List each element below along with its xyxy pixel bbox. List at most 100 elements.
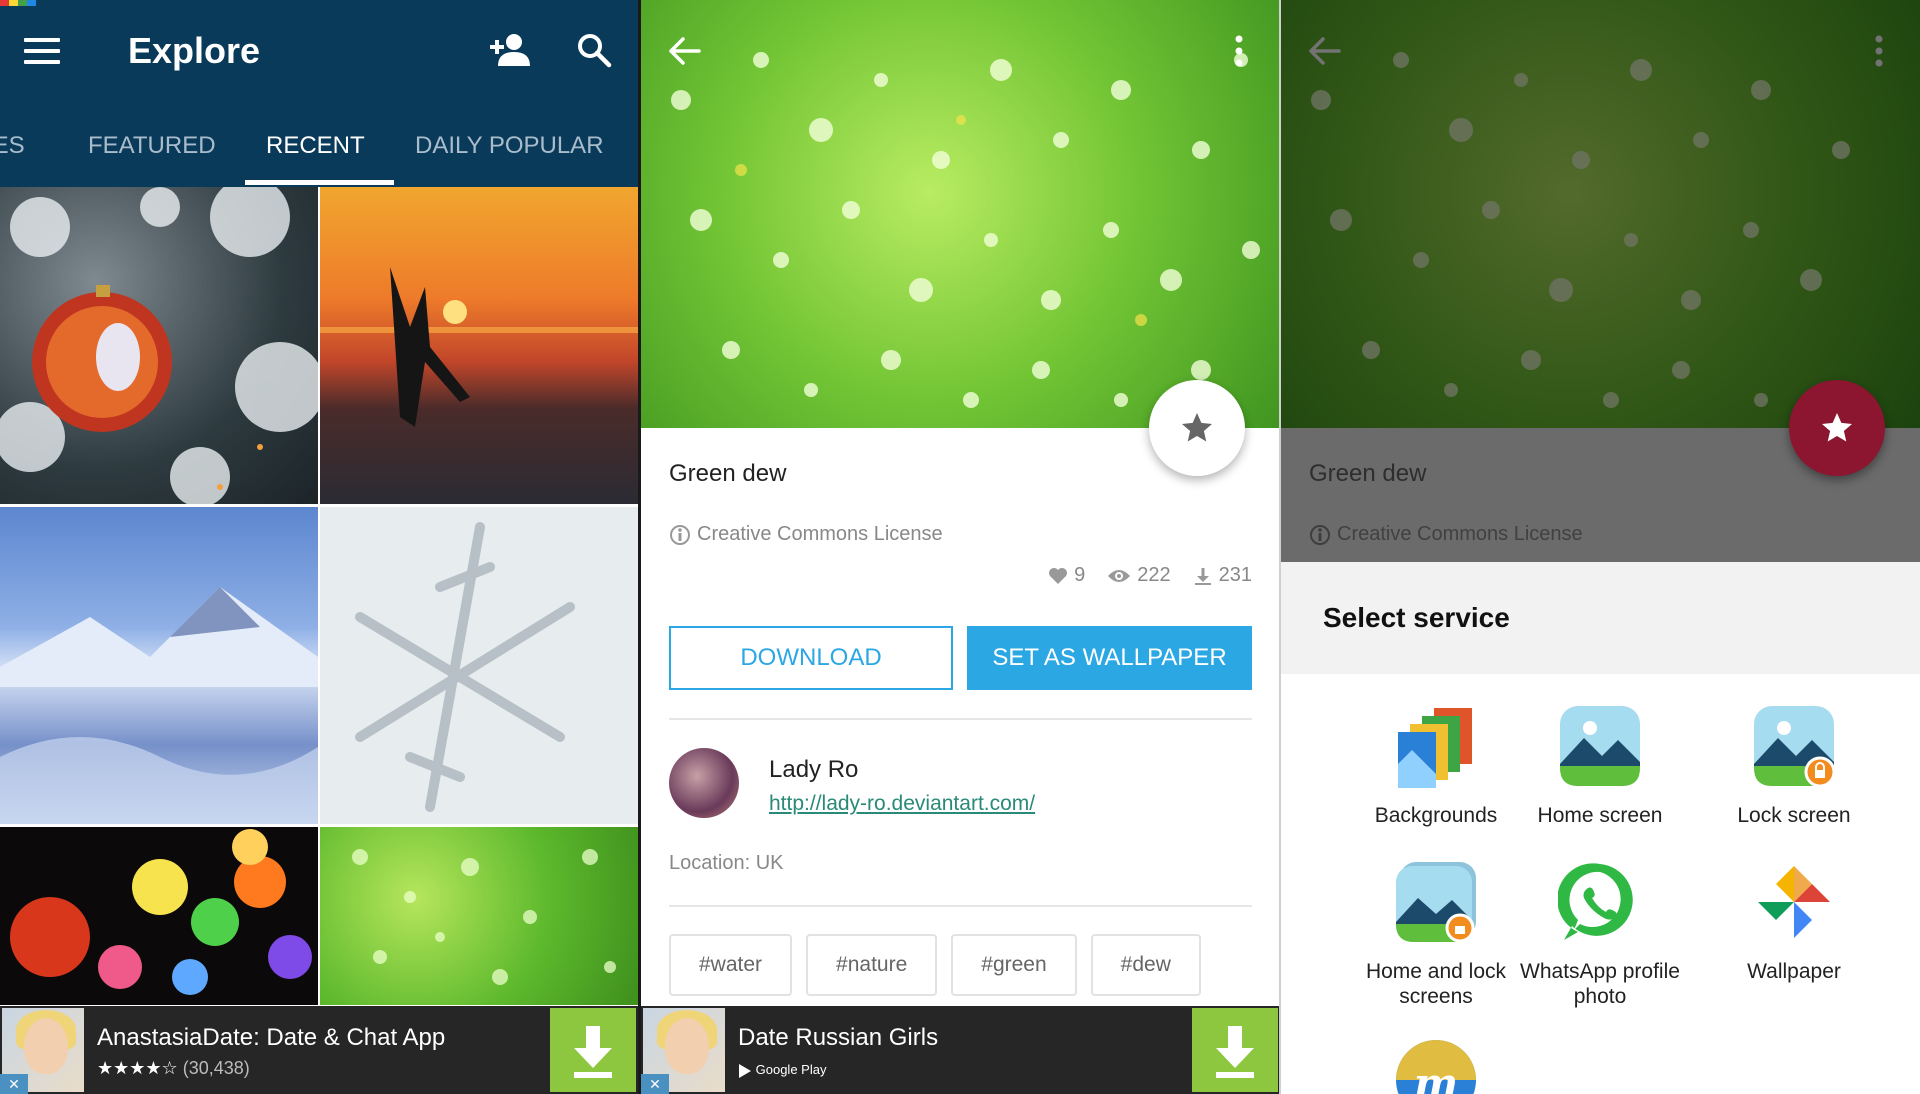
scrim <box>1281 0 1920 428</box>
service-backgrounds[interactable]: Backgrounds <box>1341 704 1531 828</box>
overflow-menu-icon[interactable] <box>1233 34 1245 68</box>
ad-banner[interactable]: Date Russian Girls Google Play ✕ <box>641 1006 1280 1094</box>
heart-icon <box>1049 567 1068 584</box>
creative-commons-icon <box>1310 524 1330 545</box>
tab-bar: IES FEATURED RECENT DAILY POPULAR <box>0 118 638 187</box>
explore-screen: Explore IES FEATURED RECENT DAILY POPULA… <box>0 0 638 1094</box>
downloads-count: 231 <box>1218 564 1252 586</box>
svg-text:m: m <box>1414 1059 1458 1094</box>
favorite-button[interactable] <box>1789 380 1885 476</box>
service-home-screen[interactable]: Home screen <box>1505 704 1695 828</box>
tag-list: #water #nature #green #dew <box>669 934 1201 996</box>
ad-title: Date Russian Girls <box>738 1024 939 1051</box>
views-count: 222 <box>1137 564 1171 586</box>
ad-store-label: Google Play <box>755 1062 827 1077</box>
back-arrow-icon[interactable] <box>667 36 701 66</box>
select-service-screen: Green dew Creative Commons License Selec… <box>1281 0 1920 1094</box>
tag-chip[interactable]: #green <box>951 934 1077 996</box>
likes-stat[interactable]: 9 <box>1048 564 1085 587</box>
service-wallpaper[interactable]: Wallpaper <box>1699 860 1889 984</box>
service-label: Home screen <box>1537 804 1663 827</box>
likes-count: 9 <box>1074 564 1086 586</box>
wallpaper-grid <box>0 187 638 1005</box>
add-person-icon[interactable] <box>488 32 532 68</box>
license-label: Creative Commons License <box>1337 523 1583 545</box>
author-name[interactable]: Lady Ro <box>769 756 858 784</box>
ad-rating: ★★★★☆ (30,438) <box>97 1058 250 1079</box>
home-screen-icon <box>1560 706 1640 786</box>
tab-daily-popular[interactable]: DAILY POPULAR <box>415 132 604 160</box>
sheet-title: Select service <box>1323 602 1510 633</box>
thumbnail-green-dew[interactable] <box>320 827 638 1005</box>
download-button[interactable]: DOWNLOAD <box>669 626 953 690</box>
tab-featured[interactable]: FEATURED <box>88 132 216 160</box>
download-icon <box>1216 1026 1254 1078</box>
tab-recent[interactable]: RECENT <box>266 132 365 160</box>
tag-chip[interactable]: #water <box>669 934 793 996</box>
service-label: Backgrounds <box>1374 804 1498 827</box>
whatsapp-icon <box>1557 863 1633 940</box>
wallpaper-info-card: Green dew Creative Commons License 9 222… <box>641 428 1280 1094</box>
eye-icon <box>1108 569 1131 582</box>
creative-commons-icon <box>670 524 690 545</box>
set-as-wallpaper-button[interactable]: SET AS WALLPAPER <box>967 626 1252 690</box>
wallpaper-preview <box>641 0 1280 428</box>
select-service-sheet: Select service Backgrounds Home screen L… <box>1281 562 1920 1094</box>
tag-chip[interactable]: #dew <box>1090 934 1201 996</box>
ad-title: AnastasiaDate: Date & Chat App <box>97 1024 446 1051</box>
thumbnail-snowy-mountains[interactable] <box>0 507 318 824</box>
service-label: Wallpaper <box>1747 960 1841 983</box>
author-avatar[interactable] <box>669 748 739 818</box>
author-link[interactable]: http://lady-ro.deviantart.com/ <box>769 792 1035 816</box>
service-label: WhatsApp profile photo <box>1520 960 1680 1008</box>
author-location: Location: UK <box>669 852 784 874</box>
ad-download-button[interactable] <box>1192 1008 1278 1092</box>
divider <box>669 905 1252 907</box>
service-home-and-lock-screens[interactable]: Home and lock screens <box>1341 860 1531 1009</box>
tab-ies[interactable]: IES <box>0 132 25 160</box>
wallpaper-detail-screen: Green dew Creative Commons License 9 222… <box>641 0 1280 1094</box>
downloads-stat: 231 <box>1193 564 1252 587</box>
tag-chip[interactable]: #nature <box>806 934 938 996</box>
home-lock-screens-icon <box>1396 862 1476 943</box>
ad-rating-count: (30,438) <box>182 1058 250 1078</box>
ad-close-icon[interactable]: ✕ <box>641 1074 669 1094</box>
thumbnail-bokeh-lights[interactable] <box>0 827 318 1005</box>
divider <box>669 718 1252 720</box>
app-bar: Explore IES FEATURED RECENT DAILY POPULA… <box>0 0 638 187</box>
service-lock-screen[interactable]: Lock screen <box>1699 704 1889 828</box>
photos-pinwheel-icon <box>1758 866 1830 938</box>
ad-download-button[interactable] <box>550 1008 636 1092</box>
stats-row: 9 222 231 <box>1048 564 1252 587</box>
star-icon <box>1822 413 1852 442</box>
thumbnail-christmas-ornament[interactable] <box>0 187 318 504</box>
backgrounds-icon <box>1398 708 1472 788</box>
license-row: Creative Commons License <box>1309 523 1583 546</box>
thumbnail-snowflake[interactable] <box>320 507 638 824</box>
menu-icon[interactable] <box>24 38 60 64</box>
service-more[interactable]: m <box>1341 1038 1531 1094</box>
wallpaper-title: Green dew <box>669 460 787 487</box>
ad-store-badge: Google Play <box>738 1062 826 1079</box>
app-screenshot: Explore IES FEATURED RECENT DAILY POPULA… <box>0 0 1920 1094</box>
license-row[interactable]: Creative Commons License <box>669 523 943 546</box>
search-icon[interactable] <box>576 32 612 68</box>
m-app-icon: m <box>1396 1040 1476 1094</box>
page-title: Explore <box>128 30 261 71</box>
download-count-icon <box>1194 567 1211 585</box>
thumbnail-sunset-beach[interactable] <box>320 187 638 504</box>
ad-close-icon[interactable]: ✕ <box>0 1074 28 1094</box>
status-stripe <box>0 0 36 6</box>
service-label: Lock screen <box>1737 804 1851 827</box>
favorite-button[interactable] <box>1149 380 1245 476</box>
service-label: Home and lock screens <box>1365 960 1507 1008</box>
download-icon <box>574 1026 612 1078</box>
sheet-header: Select service <box>1281 562 1920 674</box>
wallpaper-title: Green dew <box>1309 460 1427 487</box>
ad-banner[interactable]: AnastasiaDate: Date & Chat App ★★★★☆ (30… <box>0 1006 638 1094</box>
ad-stars: ★★★★☆ <box>97 1058 178 1078</box>
views-stat: 222 <box>1107 564 1171 587</box>
star-icon <box>1182 413 1212 442</box>
service-whatsapp[interactable]: WhatsApp profile photo <box>1505 860 1695 1009</box>
lock-screen-icon <box>1754 706 1836 788</box>
